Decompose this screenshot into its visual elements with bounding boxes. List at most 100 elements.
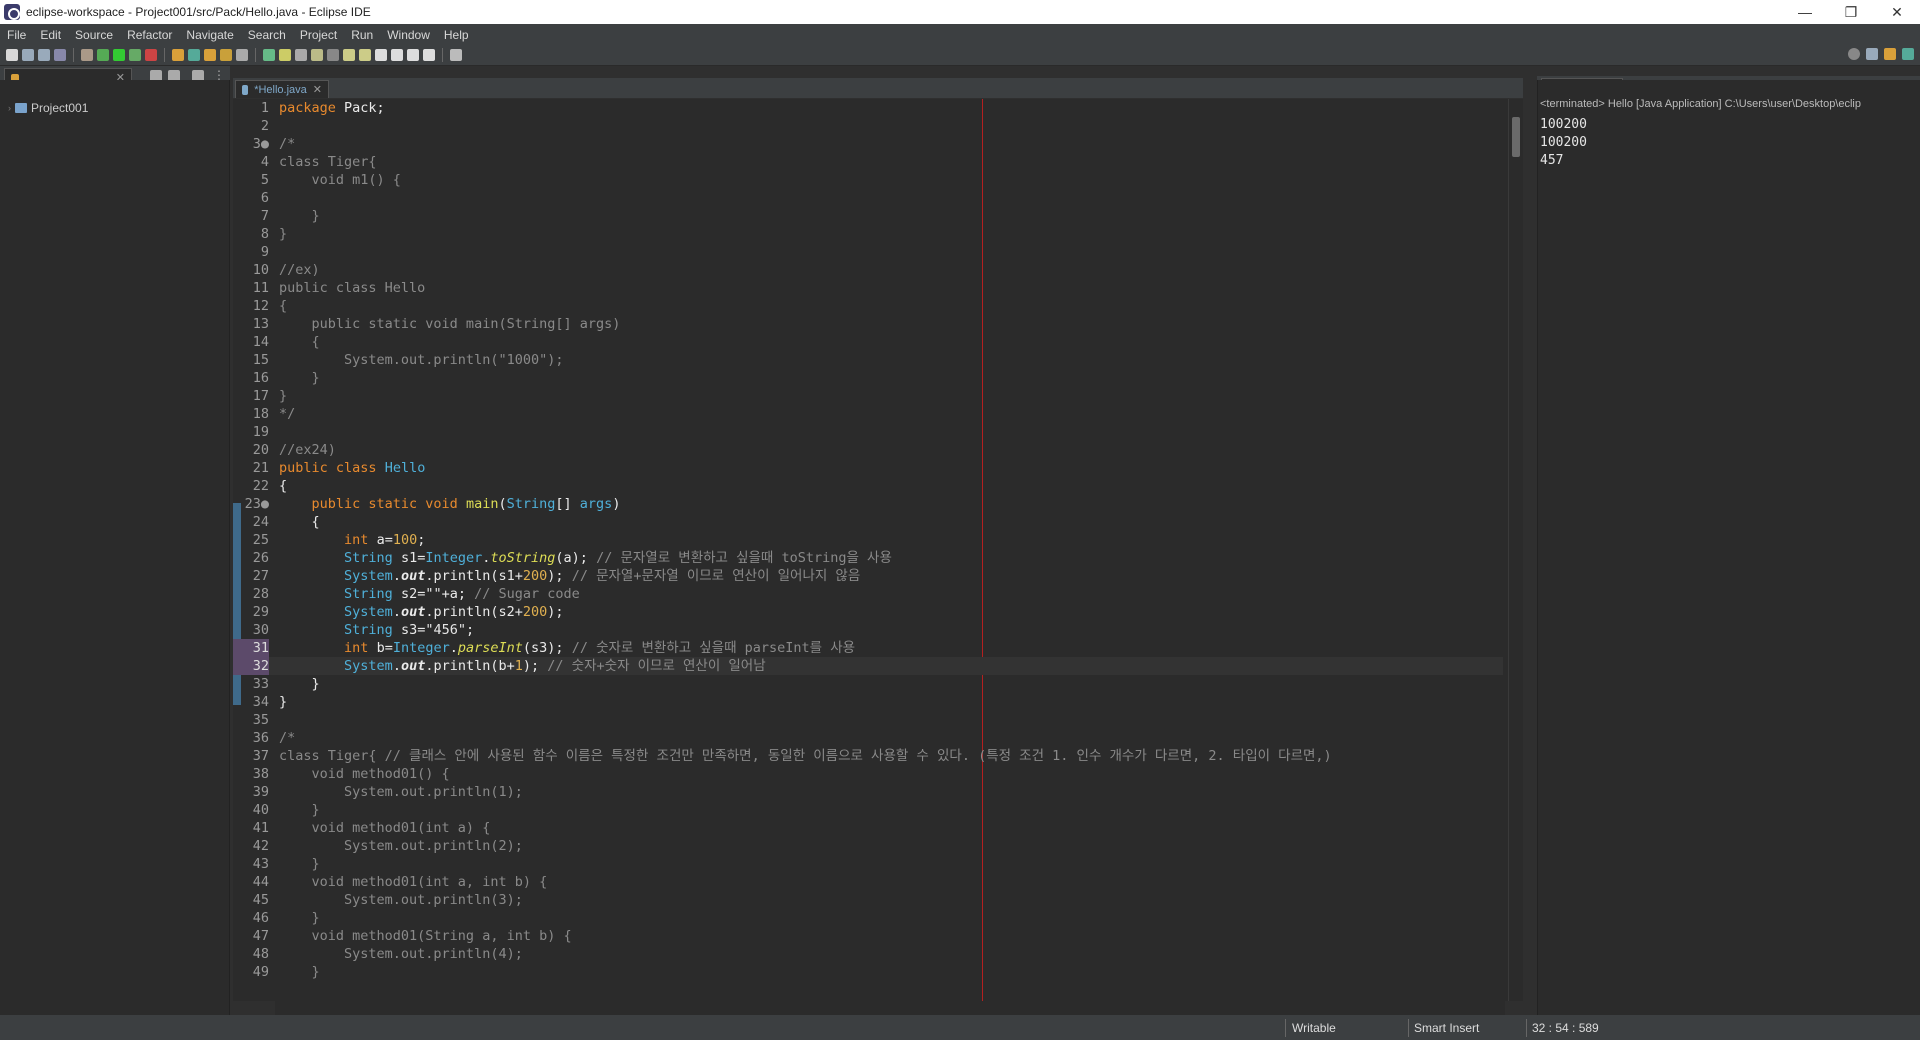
- code-line: 17}: [233, 387, 1503, 405]
- save-all-icon[interactable]: [38, 49, 50, 61]
- skip-breakpoints-icon[interactable]: [81, 49, 93, 61]
- line-number: 7: [260, 208, 269, 224]
- line-number: 5: [260, 172, 269, 188]
- line-text: }: [279, 676, 320, 692]
- navigate-next-icon[interactable]: [423, 49, 435, 61]
- status-divider: [1285, 1019, 1286, 1037]
- back-icon[interactable]: [375, 49, 387, 61]
- line-number: 10: [252, 262, 269, 278]
- line-number: 20: [252, 442, 269, 458]
- tree-item-project[interactable]: › Project001: [8, 101, 88, 115]
- line-number: 39: [252, 784, 269, 800]
- debug-icon[interactable]: [97, 49, 109, 61]
- forward-icon[interactable]: [391, 49, 403, 61]
- pilcrow-icon[interactable]: [327, 49, 339, 61]
- external-tools-icon[interactable]: [145, 49, 157, 61]
- show-whitespace-icon[interactable]: [311, 49, 323, 61]
- line-text: }: [279, 802, 320, 818]
- editor-tab-hello-java[interactable]: *Hello.java ✕: [235, 80, 329, 98]
- open-task-icon[interactable]: [220, 49, 232, 61]
- search-icon[interactable]: [1848, 48, 1860, 60]
- run-icon[interactable]: [113, 49, 125, 61]
- menu-window[interactable]: Window: [380, 28, 437, 42]
- line-text: /*: [279, 730, 296, 746]
- java-perspective-icon[interactable]: [1884, 48, 1896, 60]
- last-edit-icon[interactable]: [407, 49, 419, 61]
- menu-search[interactable]: Search: [241, 28, 293, 42]
- code-line: 22 {: [233, 477, 1503, 495]
- menu-file[interactable]: File: [0, 28, 33, 42]
- code-line: 21 public class Hello: [233, 459, 1503, 477]
- new-icon[interactable]: [6, 49, 18, 61]
- open-perspective-icon[interactable]: [1866, 48, 1878, 60]
- line-number: 42: [252, 838, 269, 854]
- code-line: 16 }: [233, 369, 1503, 387]
- menu-refactor[interactable]: Refactor: [120, 28, 179, 42]
- menu-navigate[interactable]: Navigate: [179, 28, 240, 42]
- expand-icon[interactable]: ›: [8, 103, 11, 113]
- line-text: }: [279, 964, 320, 980]
- code-editor[interactable]: 1 package Pack; 2 3● /* 4 class Tiger{ 5 vo…: [233, 99, 1523, 1001]
- new-java-project-icon[interactable]: [172, 49, 184, 61]
- next-annotation-icon[interactable]: [343, 49, 355, 61]
- code-line: 35: [233, 711, 1503, 729]
- restore-button[interactable]: ❐: [1828, 0, 1874, 24]
- menu-run[interactable]: Run: [344, 28, 380, 42]
- debug-perspective-icon[interactable]: [1902, 48, 1914, 60]
- line-text: System.out.println(s1+200); // 문자열+문자열 이…: [344, 568, 861, 584]
- code-line: 12 {: [233, 297, 1503, 315]
- toggle-mark-icon[interactable]: [263, 49, 275, 61]
- close-button[interactable]: ✕: [1874, 0, 1920, 24]
- line-number: 16: [252, 370, 269, 386]
- editor-vertical-scrollbar[interactable]: [1508, 99, 1522, 1001]
- toolbar-divider: [255, 48, 256, 62]
- line-text: //ex24): [279, 442, 336, 458]
- line-number: 49: [252, 964, 269, 980]
- line-text: System.out.println("1000");: [279, 352, 564, 368]
- status-cursor-position: 32 : 54 : 589: [1532, 1021, 1599, 1035]
- pin-editor-icon[interactable]: [450, 49, 462, 61]
- open-type-icon[interactable]: [204, 49, 216, 61]
- new-package-icon[interactable]: [188, 49, 200, 61]
- prev-annotation-icon[interactable]: [359, 49, 371, 61]
- menu-help[interactable]: Help: [437, 28, 476, 42]
- code-line: 37 class Tiger{ // 클래스 안에 사용된 함수 이름은 특정한 …: [233, 747, 1503, 765]
- minimize-button[interactable]: —: [1782, 0, 1828, 24]
- line-number: 33: [252, 676, 269, 692]
- line-number: 13: [252, 316, 269, 332]
- annotation-icon[interactable]: [279, 49, 291, 61]
- line-number: 31: [233, 639, 269, 657]
- line-number: 21: [252, 460, 269, 476]
- line-number: 27: [252, 568, 269, 584]
- line-number: 29: [252, 604, 269, 620]
- code-line: 7 }: [233, 207, 1503, 225]
- line-text: //ex): [279, 262, 320, 278]
- menu-edit[interactable]: Edit: [33, 28, 68, 42]
- close-icon[interactable]: ✕: [313, 83, 322, 96]
- block-selection-icon[interactable]: [295, 49, 307, 61]
- coverage-icon[interactable]: [129, 49, 141, 61]
- menu-bar: File Edit Source Refactor Navigate Searc…: [0, 24, 1920, 45]
- print-icon[interactable]: [54, 49, 66, 61]
- code-line: 44 void method01(int a, int b) {: [233, 873, 1503, 891]
- line-number: 28: [252, 586, 269, 602]
- line-text: void method01(String a, int b) {: [279, 928, 572, 944]
- line-text: void method01() {: [279, 766, 450, 782]
- code-line: 4 class Tiger{: [233, 153, 1503, 171]
- line-number: 22: [252, 478, 269, 494]
- search-tool-icon[interactable]: [236, 49, 248, 61]
- code-line: 39 System.out.println(1);: [233, 783, 1503, 801]
- line-number: 17: [252, 388, 269, 404]
- code-line: 49 }: [233, 963, 1503, 981]
- menu-project[interactable]: Project: [293, 28, 344, 42]
- line-text: public static void main(String[] args): [311, 496, 621, 512]
- code-line: 6: [233, 189, 1503, 207]
- scrollbar-thumb[interactable]: [1512, 117, 1520, 157]
- menu-source[interactable]: Source: [68, 28, 120, 42]
- save-icon[interactable]: [22, 49, 34, 61]
- status-divider: [1526, 1019, 1527, 1037]
- code-line: 13 public static void main(String[] args…: [233, 315, 1503, 333]
- code-line: 34}: [233, 693, 1503, 711]
- editor-horizontal-scrollbar[interactable]: [275, 1001, 1505, 1015]
- toolbar-divider: [442, 48, 443, 62]
